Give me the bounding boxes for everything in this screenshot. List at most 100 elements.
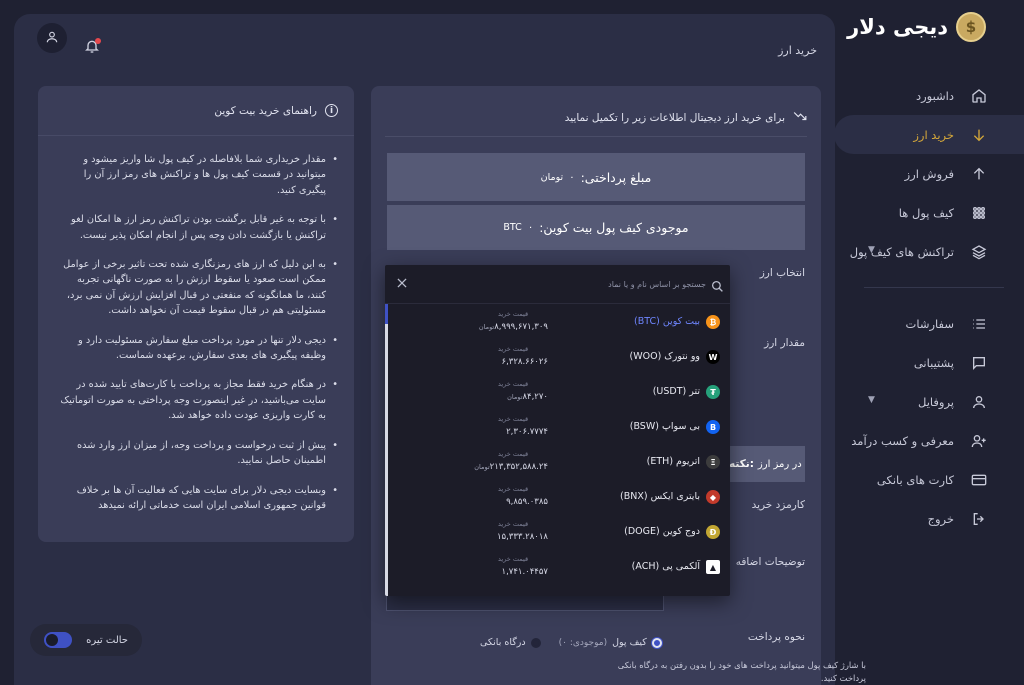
guide-item: به این دلیل که ارز های رمزنگاری شده تحت …: [60, 257, 338, 319]
sidebar-item-wallets[interactable]: کیف پول ها: [834, 193, 1024, 232]
payment-option-label: کیف پول: [612, 637, 647, 648]
payment-option-gateway[interactable]: درگاه بانکی: [480, 637, 541, 648]
currency-option-name: دوج کوین (DOGE): [624, 526, 700, 537]
payment-option-sub: (موجودی: ۰): [558, 637, 608, 648]
price-label: قیمت خرید: [498, 380, 529, 388]
coin-icon: Ξ: [706, 455, 720, 469]
price-label: قیمت خرید: [498, 310, 529, 318]
price-value: ۲,۳۰۶.۷۷۷۴: [448, 427, 548, 437]
sidebar-item-referral[interactable]: معرفی و کسب درآمد: [834, 421, 1024, 460]
guide-header: i راهنمای خرید بیت کوین: [60, 104, 338, 117]
price-label: قیمت خرید: [498, 415, 529, 423]
pay-amount-value: ۰: [569, 171, 575, 183]
currency-search[interactable]: جستجو بر اساس نام و یا نماد: [385, 275, 730, 297]
form-intro: برای خرید ارز دیجیتال اطلاعات زیر را تکم…: [564, 111, 785, 124]
price-label: قیمت خرید: [498, 485, 529, 493]
price-unit: تومان: [507, 393, 523, 401]
currency-option-name: اتریوم (ETH): [646, 456, 700, 467]
close-icon[interactable]: [395, 275, 411, 291]
currency-option-name: بیت کوین (BTC): [633, 316, 700, 327]
form-divider: [385, 136, 807, 137]
layers-icon: [970, 243, 987, 260]
sidebar-item-profile[interactable]: پروفایل ▼: [834, 382, 1024, 421]
guide-title: راهنمای خرید بیت کوین: [214, 104, 317, 117]
note-text: در رمز ارز: [757, 458, 802, 470]
payment-method-label: نحوه پرداخت: [747, 631, 805, 643]
guide-item: پیش از ثبت درخواست و پرداخت وجه، از میزا…: [60, 438, 338, 469]
brand-logo[interactable]: $ دیجی دلار: [847, 12, 986, 42]
amount-label: مقدار ارز: [764, 337, 805, 349]
user-plus-icon: [970, 432, 987, 449]
currency-search-placeholder: جستجو بر اساس نام و یا نماد: [608, 280, 706, 289]
user-avatar-button[interactable]: [37, 23, 67, 53]
coin-icon: B: [706, 420, 720, 434]
select-currency-label: انتخاب ارز: [759, 267, 805, 279]
coin-logo-icon: $: [956, 12, 986, 42]
guide-item: دیجی دلار تنها در مورد پرداخت مبلغ سفارش…: [60, 333, 338, 364]
price-value: ۶,۳۲۸.۶۶۰۲۶: [448, 357, 549, 367]
pay-amount-box: مبلغ پرداختی: ۰ تومان: [387, 153, 805, 201]
home-icon: [970, 87, 987, 104]
currency-option[interactable]: W وو نتورک (WOO) قیمت خرید ۶,۳۲۸.۶۶۰۲۶: [388, 340, 730, 375]
currency-option[interactable]: ◆ بایتری ایکس (BNX) قیمت خرید ۹,۸۵۹.۰۳۸۵: [388, 480, 730, 515]
radio-dot: [651, 637, 662, 648]
logout-icon: [970, 510, 987, 527]
currency-option-name: تتر (USDT): [652, 386, 700, 397]
price-value: ۲۱۳,۳۵۲,۵۸۸.۲۴تومان: [448, 462, 548, 472]
payment-option-label: درگاه بانکی: [480, 637, 526, 648]
currency-option[interactable]: ₮ تتر (USDT) قیمت خرید ۸۴,۲۷۰تومان: [388, 375, 730, 410]
price-label: قیمت خرید: [498, 555, 529, 563]
card-icon: [970, 471, 987, 488]
sidebar-item-label: کارت های بانکی: [876, 472, 954, 487]
currency-option-name: بی سواپ (BSW): [629, 421, 700, 432]
sidebar-item-buy[interactable]: خرید ارز: [834, 115, 1024, 154]
wallet-balance-label: موجودی کیف پول بیت کوین:: [539, 220, 689, 235]
currency-option[interactable]: ₿ بیت کوین (BTC) قیمت خرید ۸,۹۹۹,۶۷۱,۳۰۹توم…: [388, 305, 730, 340]
sidebar-item-support[interactable]: پشتیبانی: [834, 343, 1024, 382]
note-box: نکته: در رمز ارز: [729, 446, 805, 482]
chevron-down-icon: ▼: [868, 395, 875, 405]
guide-list: مقدار خریداری شما بلافاصله در کیف پول شا…: [60, 152, 338, 513]
sidebar-item-label: پشتیبانی: [913, 355, 954, 370]
list-icon: [970, 315, 987, 332]
price-label: قیمت خرید: [498, 450, 529, 458]
coin-icon: Ð: [706, 525, 720, 539]
sidebar-item-sell[interactable]: فروش ارز: [834, 154, 1024, 193]
extra-description-textarea[interactable]: [386, 595, 664, 611]
price-value: ۸۴,۲۷۰تومان: [448, 392, 548, 402]
sidebar-item-dashboard[interactable]: داشبورد: [834, 76, 1024, 115]
currency-list: ₿ بیت کوین (BTC) قیمت خرید ۸,۹۹۹,۶۷۱,۳۰۹توم…: [388, 305, 730, 585]
currency-option-name: آلکمی پی (ACH): [631, 561, 700, 572]
sidebar-item-orders[interactable]: سفارشات: [834, 304, 1024, 343]
user-icon: [970, 393, 987, 410]
sidebar-item-logout[interactable]: خروج: [834, 499, 1024, 538]
sidebar-item-bank-cards[interactable]: کارت های بانکی: [834, 460, 1024, 499]
currency-option[interactable]: Ξ اتریوم (ETH) قیمت خرید ۲۱۳,۳۵۲,۵۸۸.۲۴توما…: [388, 445, 730, 480]
price-unit: تومان: [474, 463, 490, 471]
coin-icon: ₮: [706, 385, 720, 399]
page-title: خرید ارز: [778, 44, 817, 57]
notification-bell-icon[interactable]: [84, 38, 102, 56]
price-number: ۹,۸۵۹.۰۳۸۵: [506, 497, 548, 507]
fee-label: کارمزد خرید: [751, 499, 805, 511]
dark-mode-toggle[interactable]: حالت تیره: [30, 624, 142, 656]
chat-icon: [970, 354, 987, 371]
sidebar-item-wallet-transactions[interactable]: تراکنش های کیف پول ▼: [834, 232, 1024, 271]
currency-option-name: وو نتورک (WOO): [629, 351, 700, 362]
sidebar: $ دیجی دلار داشبورد خرید ارز فروش ارز کی…: [834, 0, 1024, 685]
coin-icon: W: [706, 350, 720, 364]
sidebar-divider: [864, 287, 1004, 288]
price-label: قیمت خرید: [498, 345, 529, 353]
sidebar-item-label: خرید ارز: [913, 127, 954, 142]
payment-option-wallet[interactable]: کیف پول (موجودی: ۰): [559, 637, 662, 648]
price-number: ۸,۹۹۹,۶۷۱,۳۰۹: [494, 322, 548, 332]
currency-option[interactable]: ▲ آلکمی پی (ACH) قیمت خرید ۱,۷۴۱.۰۴۴۵۷: [388, 550, 730, 585]
chevron-down-icon: ▼: [868, 245, 875, 255]
guide-item: وبسایت دیجی دلار برای سایت هایی که فعالی…: [60, 483, 338, 514]
currency-option[interactable]: Ð دوج کوین (DOGE) قیمت خرید ۱۵,۳۳۳.۲۸۰۱۸: [388, 515, 730, 550]
currency-option[interactable]: B بی سواپ (BSW) قیمت خرید ۲,۳۰۶.۷۷۷۴: [388, 410, 730, 445]
guide-item: در هنگام خرید فقط مجاز به پرداخت با کارت…: [60, 377, 338, 423]
dark-mode-switch[interactable]: [44, 632, 72, 648]
guide-item: با توجه به غیر قابل برگشت بودن تراکنش رم…: [60, 212, 338, 243]
sidebar-item-label: پروفایل: [917, 394, 954, 409]
